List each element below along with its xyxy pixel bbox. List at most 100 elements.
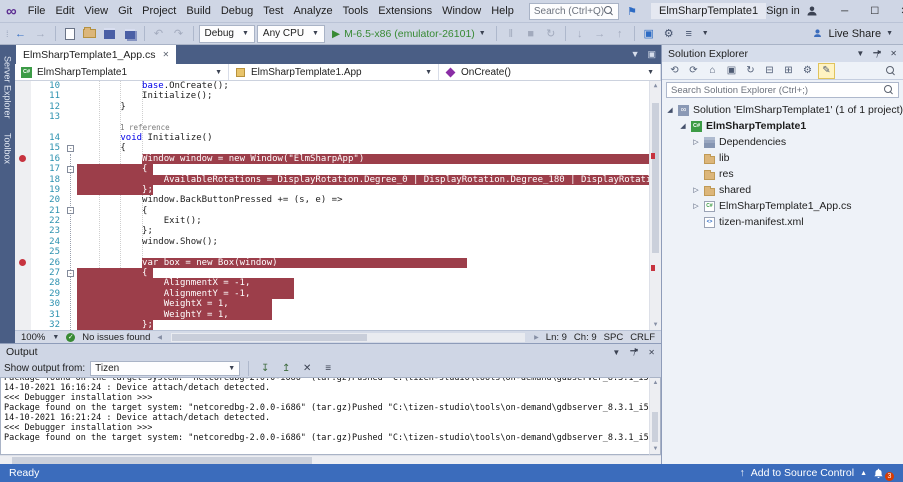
close-output-icon[interactable]: ✕ — [648, 348, 655, 357]
code-line[interactable]: 31 WeightY = 1, — [15, 310, 649, 320]
outline-margin[interactable] — [65, 102, 77, 112]
menu-item-help[interactable]: Help — [486, 2, 519, 20]
code-line[interactable]: 11 Initialize(); — [15, 91, 649, 101]
feedback-flag-icon[interactable]: ⚑ — [627, 5, 637, 18]
tree-item-dependencies[interactable]: ▷Dependencies — [662, 134, 903, 150]
toolbar-options-icon[interactable]: ≡ — [680, 25, 698, 43]
expanded-icon[interactable]: ◢ — [679, 122, 687, 130]
stop-icon[interactable]: ■ — [522, 25, 540, 43]
home-icon[interactable]: ⌂ — [704, 63, 721, 79]
side-tab-server-explorer[interactable]: Server Explorer — [3, 49, 13, 126]
toolbar-grip[interactable]: ⁞ — [6, 29, 8, 39]
menu-item-extensions[interactable]: Extensions — [373, 2, 437, 20]
outline-margin[interactable] — [65, 81, 77, 91]
scroll-up-icon[interactable]: ▲ — [650, 81, 661, 91]
member-dropdown[interactable]: OnCreate() ▼ — [439, 64, 661, 80]
hscroll-thumb[interactable] — [12, 457, 312, 464]
scroll-up-icon[interactable]: ▲ — [650, 378, 661, 388]
redo-icon[interactable]: ↷ — [170, 25, 188, 43]
undo-icon[interactable]: ↶ — [150, 25, 168, 43]
code-line[interactable]: 12 } — [15, 102, 649, 112]
run-target-dropdown-icon[interactable]: ▼ — [479, 30, 486, 37]
breakpoint-margin[interactable] — [15, 258, 31, 268]
outline-margin[interactable]: - — [65, 164, 77, 174]
outline-margin[interactable] — [65, 195, 77, 205]
breakpoint-margin[interactable] — [15, 154, 31, 164]
breakpoint-margin[interactable] — [15, 289, 31, 299]
breakpoint-margin[interactable] — [15, 320, 31, 330]
outline-margin[interactable]: - — [65, 268, 77, 278]
find-in-files-icon[interactable]: ▣ — [640, 25, 658, 43]
space-indicator[interactable]: SPC — [604, 332, 624, 343]
tree-item-shared[interactable]: ▷shared — [662, 182, 903, 198]
close-tab-icon[interactable]: ✕ — [163, 50, 170, 59]
code-line[interactable]: 20 window.BackButtonPressed += (s, e) => — [15, 195, 649, 205]
solution-explorer-search-input[interactable]: Search Solution Explorer (Ctrl+;) — [666, 82, 899, 98]
source-control-dropdown-icon[interactable]: ▲ — [860, 470, 867, 477]
outline-margin[interactable] — [65, 175, 77, 185]
show-all-files-icon[interactable]: ⊞ — [780, 63, 797, 79]
scrollbar-thumb[interactable] — [652, 412, 658, 442]
collapse-region-icon[interactable]: - — [67, 207, 74, 214]
sync-with-active-document-icon[interactable]: ✎ — [818, 63, 835, 79]
code-line[interactable]: 22 Exit(); — [15, 216, 649, 226]
collapsed-icon[interactable]: ▷ — [692, 202, 700, 210]
solution-configuration-dropdown[interactable]: Debug▼ — [199, 25, 255, 43]
code-line[interactable]: 25 — [15, 247, 649, 257]
pause-icon[interactable]: ‖ — [502, 25, 520, 43]
scroll-down-icon[interactable]: ▼ — [650, 320, 661, 330]
live-share-dropdown-icon[interactable]: ▼ — [886, 30, 893, 37]
refresh-icon[interactable]: ↻ — [742, 63, 759, 79]
live-share-button[interactable]: Live Share ▼ — [812, 28, 899, 40]
code-line[interactable]: 10 base.OnCreate(); — [15, 81, 649, 91]
outline-margin[interactable] — [65, 185, 77, 195]
code-line[interactable]: 24 window.Show(); — [15, 237, 649, 247]
output-vertical-scrollbar[interactable]: ▲ ▼ — [649, 377, 661, 455]
project-dropdown[interactable]: ElmSharpTemplate1 ▼ — [15, 64, 229, 80]
menu-item-analyze[interactable]: Analyze — [288, 2, 337, 20]
breakpoint-margin[interactable] — [15, 175, 31, 185]
collapse-region-icon[interactable]: - — [67, 270, 74, 277]
close-button[interactable]: ✕ — [890, 0, 903, 22]
hscroll-left-icon[interactable]: ◀ — [157, 334, 162, 341]
forward-icon[interactable]: ⟳ — [685, 63, 702, 79]
outline-margin[interactable] — [65, 133, 77, 143]
scrollbar-thumb[interactable] — [652, 103, 659, 253]
maximize-button[interactable]: ☐ — [860, 0, 890, 22]
code-line[interactable]: 26 var box = new Box(window) — [15, 258, 649, 268]
menu-item-window[interactable]: Window — [437, 2, 486, 20]
notification-badge[interactable]: 3 — [885, 472, 894, 481]
quick-search-input[interactable]: Search (Ctrl+Q) — [529, 3, 619, 20]
breakpoint-margin[interactable] — [15, 123, 31, 133]
save-all-icon[interactable] — [121, 25, 139, 43]
add-to-source-control-button[interactable]: Add to Source Control — [751, 467, 854, 479]
breakpoint-margin[interactable] — [15, 247, 31, 257]
toggle-word-wrap-icon[interactable]: ≡ — [320, 361, 336, 376]
hscroll-thumb[interactable] — [172, 334, 367, 341]
editor-vertical-scrollbar[interactable]: ▲ ▼ — [649, 81, 661, 330]
tree-item-solution-elmsharptemplate1-1-of-1-project[interactable]: ◢Solution 'ElmSharpTemplate1' (1 of 1 pr… — [662, 102, 903, 118]
switch-views-icon[interactable]: ▣ — [723, 63, 740, 79]
breakpoint-margin[interactable] — [15, 164, 31, 174]
code-line[interactable]: 29 AlignmentY = -1, — [15, 289, 649, 299]
code-line[interactable]: 1 reference — [15, 123, 649, 133]
outline-margin[interactable] — [65, 112, 77, 122]
solution-platform-dropdown[interactable]: Any CPU▼ — [257, 25, 325, 43]
tree-item-tizen-manifest-xml[interactable]: tizen-manifest.xml — [662, 214, 903, 230]
breakpoint-margin[interactable] — [15, 195, 31, 205]
menu-item-tools[interactable]: Tools — [338, 2, 374, 20]
step-out-icon[interactable]: ↑ — [611, 25, 629, 43]
hscroll-right-icon[interactable]: ▶ — [534, 334, 539, 341]
outline-margin[interactable]: - — [65, 206, 77, 216]
properties-icon[interactable]: ⚙ — [799, 63, 816, 79]
code-line[interactable]: 27- { — [15, 268, 649, 278]
new-file-icon[interactable] — [61, 25, 79, 43]
code-line[interactable]: 14 void Initialize() — [15, 133, 649, 143]
collapse-region-icon[interactable]: - — [67, 166, 74, 173]
breakpoint-margin[interactable] — [15, 268, 31, 278]
breakpoint-margin[interactable] — [15, 278, 31, 288]
pin-icon[interactable] — [872, 49, 882, 59]
sign-in-link[interactable]: Sign in — [766, 5, 800, 17]
outline-margin[interactable] — [65, 258, 77, 268]
breakpoint-indicator[interactable] — [19, 259, 26, 266]
